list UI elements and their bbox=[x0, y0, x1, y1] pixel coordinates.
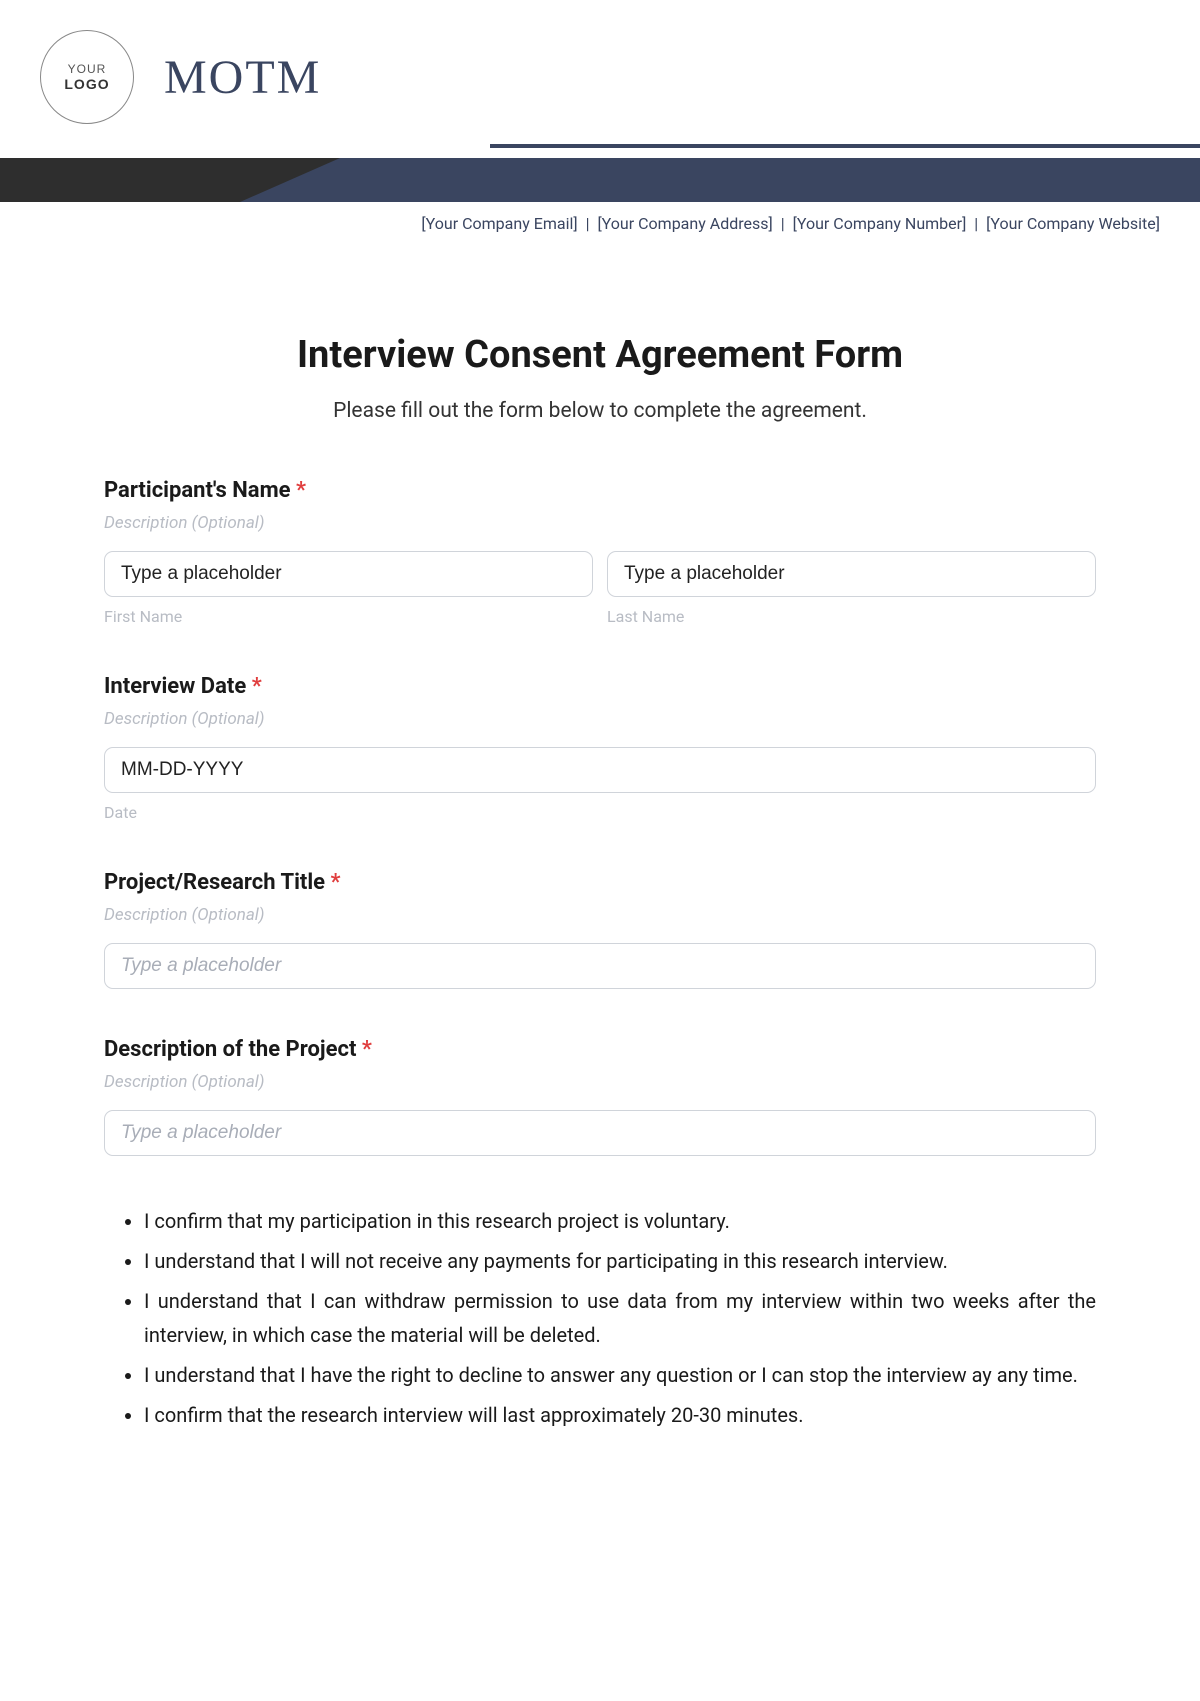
date-sublabel: Date bbox=[104, 803, 1096, 822]
consent-item: I confirm that my participation in this … bbox=[144, 1204, 1096, 1238]
separator: | bbox=[582, 214, 594, 233]
project-title-input[interactable] bbox=[104, 943, 1096, 989]
company-website: [Your Company Website] bbox=[986, 214, 1160, 233]
required-marker: * bbox=[296, 478, 306, 503]
header-accent-line bbox=[490, 144, 1200, 148]
header-band bbox=[0, 158, 1200, 202]
separator: | bbox=[970, 214, 982, 233]
required-marker: * bbox=[252, 674, 262, 699]
label-text: Project/Research Title bbox=[104, 870, 325, 895]
field-description: Description (Optional) bbox=[104, 1072, 1096, 1092]
company-number: [Your Company Number] bbox=[793, 214, 967, 233]
logo-placeholder: YOUR LOGO bbox=[40, 30, 134, 124]
field-description: Description (Optional) bbox=[104, 513, 1096, 533]
field-participant-name: Participant's Name * Description (Option… bbox=[104, 478, 1096, 626]
first-name-input[interactable] bbox=[104, 551, 593, 597]
field-label: Interview Date * bbox=[104, 674, 1096, 699]
consent-item: I understand that I can withdraw permiss… bbox=[144, 1284, 1096, 1352]
label-text: Description of the Project bbox=[104, 1037, 356, 1062]
header: YOUR LOGO MOTM bbox=[0, 0, 1200, 144]
field-label: Participant's Name * bbox=[104, 478, 1096, 503]
field-description: Description (Optional) bbox=[104, 709, 1096, 729]
band-blue bbox=[340, 158, 1200, 202]
field-description: Description (Optional) bbox=[104, 905, 1096, 925]
page-title: Interview Consent Agreement Form bbox=[0, 333, 1200, 377]
field-label: Project/Research Title * bbox=[104, 870, 1096, 895]
consent-list: I confirm that my participation in this … bbox=[104, 1204, 1096, 1432]
separator: | bbox=[777, 214, 789, 233]
field-project-title: Project/Research Title * Description (Op… bbox=[104, 870, 1096, 989]
contact-row: [Your Company Email] | [Your Company Add… bbox=[0, 202, 1200, 233]
logo-line1: YOUR bbox=[68, 62, 107, 76]
required-marker: * bbox=[362, 1037, 372, 1062]
first-name-sublabel: First Name bbox=[104, 607, 593, 626]
field-interview-date: Interview Date * Description (Optional) … bbox=[104, 674, 1096, 822]
company-email: [Your Company Email] bbox=[421, 214, 577, 233]
consent-item: I understand that I will not receive any… bbox=[144, 1244, 1096, 1278]
project-description-input[interactable] bbox=[104, 1110, 1096, 1156]
form-area: Participant's Name * Description (Option… bbox=[0, 478, 1200, 1432]
label-text: Participant's Name bbox=[104, 478, 291, 503]
last-name-sublabel: Last Name bbox=[607, 607, 1096, 626]
company-address: [Your Company Address] bbox=[597, 214, 772, 233]
field-label: Description of the Project * bbox=[104, 1037, 1096, 1062]
logo-line2: LOGO bbox=[64, 76, 109, 92]
consent-item: I understand that I have the right to de… bbox=[144, 1358, 1096, 1392]
last-name-input[interactable] bbox=[607, 551, 1096, 597]
label-text: Interview Date bbox=[104, 674, 246, 699]
page-subtitle: Please fill out the form below to comple… bbox=[0, 399, 1200, 423]
consent-item: I confirm that the research interview wi… bbox=[144, 1398, 1096, 1432]
field-project-description: Description of the Project * Description… bbox=[104, 1037, 1096, 1156]
interview-date-input[interactable] bbox=[104, 747, 1096, 793]
required-marker: * bbox=[331, 870, 341, 895]
brand-name: MOTM bbox=[164, 50, 321, 105]
